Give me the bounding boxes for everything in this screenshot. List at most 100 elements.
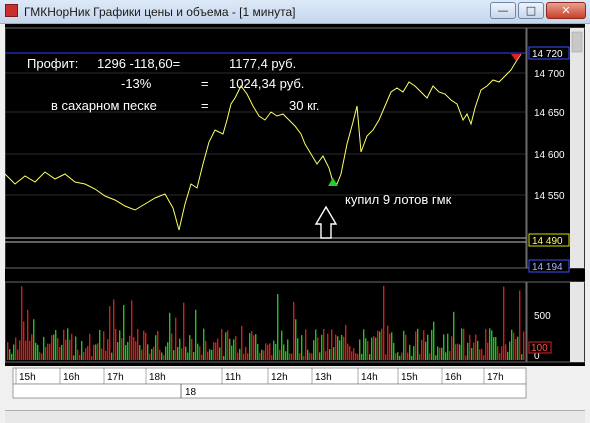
- volume-bar: [497, 346, 499, 360]
- current-volume-value: 100: [531, 343, 548, 354]
- volume-bar: [513, 332, 515, 360]
- volume-bar: [271, 355, 273, 360]
- volume-bar: [141, 349, 143, 360]
- volume-bar: [273, 340, 275, 360]
- volume-bar: [173, 350, 175, 360]
- hour-label: 15h: [19, 372, 36, 383]
- volume-bar: [235, 336, 237, 360]
- volume-bar: [521, 354, 523, 360]
- volume-bar: [437, 346, 439, 360]
- volume-bar: [523, 331, 525, 360]
- volume-bar: [41, 353, 43, 360]
- volume-bar: [499, 353, 501, 360]
- volume-bar: [333, 347, 335, 360]
- volume-bar: [447, 333, 449, 360]
- percent-result: 1024,34 руб.: [229, 76, 304, 91]
- volume-bar: [465, 355, 467, 360]
- volume-bar: [329, 349, 331, 360]
- volume-bar: [71, 333, 73, 360]
- volume-bar: [477, 340, 479, 360]
- volume-bar: [29, 340, 31, 360]
- volume-bar: [223, 355, 225, 360]
- volume-bar: [189, 335, 191, 360]
- close-icon: ✕: [561, 4, 571, 17]
- volume-bar: [107, 339, 109, 360]
- volume-bar: [459, 344, 461, 360]
- volume-bar: [133, 337, 135, 360]
- volume-bar: [265, 343, 267, 360]
- volume-bar: [439, 347, 441, 360]
- maximize-icon: □: [525, 4, 537, 17]
- volume-bar: [285, 351, 287, 360]
- volume-bar: [411, 355, 413, 360]
- volume-bar: [55, 330, 57, 360]
- volume-bar: [211, 349, 213, 360]
- volume-bar: [435, 355, 437, 360]
- volume-bar: [339, 340, 341, 360]
- volume-bar: [219, 347, 221, 360]
- volume-bar: [241, 325, 243, 360]
- marked-low-value: 14 490: [532, 236, 563, 247]
- chart-area[interactable]: Профит: 1296 -118,60= 1177,4 руб. -13% =…: [5, 24, 585, 410]
- volume-bar: [243, 353, 245, 360]
- volume-bar: [109, 306, 111, 360]
- volume-bar: [403, 330, 405, 360]
- volume-bar: [15, 337, 17, 360]
- close-button[interactable]: ✕: [546, 2, 586, 19]
- volume-bar: [449, 350, 451, 360]
- volume-bar: [63, 329, 65, 360]
- volume-bar: [311, 353, 313, 360]
- volume-bar: [157, 330, 159, 360]
- volume-bar: [327, 333, 329, 360]
- volume-bar: [303, 355, 305, 360]
- volume-bar: [429, 353, 431, 360]
- volume-bar: [121, 338, 123, 360]
- chart-svg: Профит: 1296 -118,60= 1177,4 руб. -13% =…: [5, 27, 585, 410]
- volume-bar: [417, 328, 419, 360]
- volume-bar: [7, 342, 9, 360]
- volume-bar: [357, 354, 359, 360]
- volume-bar: [307, 349, 309, 360]
- volume-bar: [377, 330, 379, 360]
- volume-bar: [79, 354, 81, 360]
- price-scrollbar-thumb[interactable]: [571, 31, 583, 53]
- volume-bar: [367, 341, 369, 360]
- price-scrollbar[interactable]: [570, 28, 584, 268]
- maximize-button[interactable]: □: [518, 2, 544, 19]
- volume-bar: [491, 330, 493, 360]
- volume-bar: [233, 339, 235, 360]
- volume-bar: [463, 328, 465, 360]
- volume-bar: [279, 349, 281, 360]
- volume-bar: [407, 352, 409, 360]
- volume-bar: [445, 352, 447, 360]
- volume-bar: [73, 355, 75, 360]
- volume-bar: [473, 342, 475, 360]
- volume-bar: [213, 342, 215, 360]
- volume-bar: [423, 330, 425, 360]
- volume-bar: [237, 352, 239, 360]
- volume-bar: [97, 343, 99, 360]
- volume-bar: [321, 334, 323, 360]
- volume-bar: [87, 346, 89, 360]
- volume-bar: [509, 341, 511, 360]
- volume-bar: [209, 349, 211, 360]
- profit-calc: 1296 -118,60=: [97, 56, 180, 71]
- volume-bar: [143, 330, 145, 360]
- window-title: ГМКНорНик Графики цены и объема - [1 мин…: [24, 5, 296, 19]
- minimize-button[interactable]: —: [490, 2, 516, 19]
- volume-scrollbar[interactable]: [570, 282, 584, 362]
- volume-bar: [337, 336, 339, 360]
- volume-bar: [401, 352, 403, 360]
- volume-bar: [135, 341, 137, 360]
- volume-bar: [227, 330, 229, 360]
- volume-bar: [81, 340, 83, 360]
- hour-label: 17h: [487, 372, 504, 383]
- volume-bar: [309, 352, 311, 360]
- volume-bar: [457, 343, 459, 360]
- horizontal-scrollbar[interactable]: [5, 410, 585, 423]
- volume-bar: [283, 344, 285, 360]
- volume-bar: [507, 351, 509, 360]
- title-bar[interactable]: ГМКНорНик Графики цены и объема - [1 мин…: [0, 0, 590, 24]
- volume-bar: [129, 335, 131, 360]
- volume-bar: [181, 348, 183, 360]
